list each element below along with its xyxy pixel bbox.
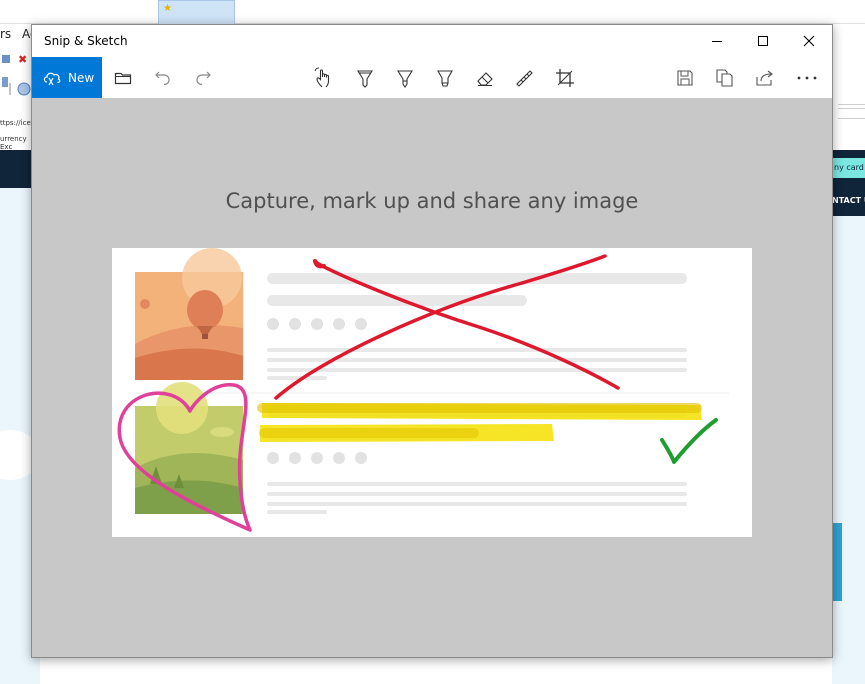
- open-folder-icon: [114, 72, 132, 85]
- open-folder-button[interactable]: [110, 65, 136, 91]
- eraser-button[interactable]: [472, 65, 498, 91]
- background-any-card-button[interactable]: ny card: [832, 158, 865, 178]
- maximize-icon: [758, 36, 768, 46]
- illustration-graphic: [117, 248, 729, 532]
- welcome-illustration: [112, 248, 752, 537]
- crop-button[interactable]: [552, 65, 578, 91]
- eraser-icon: [477, 72, 493, 86]
- undo-button[interactable]: [150, 65, 176, 91]
- new-button-label: New: [68, 70, 95, 85]
- desert-balloon-image: [135, 248, 243, 380]
- background-divider: [838, 118, 865, 119]
- share-button[interactable]: [752, 65, 778, 91]
- background-blue-button[interactable]: [832, 523, 842, 601]
- toolbar: New: [32, 57, 832, 98]
- background-tab-bar: ★: [0, 0, 865, 24]
- close-icon: [803, 35, 815, 47]
- copy-icon: [716, 69, 733, 87]
- highlighter-button[interactable]: [432, 65, 458, 91]
- save-button[interactable]: [672, 65, 698, 91]
- touch-writing-icon: [314, 67, 330, 88]
- ruler-button[interactable]: [512, 65, 538, 91]
- background-tool-icon[interactable]: [2, 55, 10, 63]
- background-active-tab[interactable]: ★: [158, 0, 235, 24]
- pencil-icon: [397, 70, 413, 88]
- pencil-button[interactable]: [392, 65, 418, 91]
- title-bar[interactable]: Snip & Sketch: [32, 25, 832, 57]
- close-button[interactable]: [786, 25, 832, 57]
- window-title: Snip & Sketch: [44, 34, 128, 48]
- green-hills-image: [135, 382, 243, 514]
- placeholder-lines-bottom: [267, 407, 687, 514]
- ballpoint-pen-icon: [357, 70, 373, 88]
- background-contact-link[interactable]: NTACT U: [832, 196, 865, 205]
- redo-button[interactable]: [190, 65, 216, 91]
- ruler-icon: [516, 70, 533, 87]
- snip-sketch-window: Snip & Sketch New Capture, mark up and s…: [31, 24, 833, 658]
- more-options-icon: [797, 76, 817, 80]
- copy-button[interactable]: [712, 65, 738, 91]
- svg-text:✖: ✖: [18, 53, 27, 66]
- canvas-area[interactable]: Capture, mark up and share any image: [32, 98, 832, 657]
- background-right-panel: [832, 44, 865, 150]
- background-divider: [838, 108, 865, 109]
- share-icon: [756, 70, 773, 86]
- minimize-icon: [712, 41, 722, 42]
- background-menu-item[interactable]: rs: [0, 27, 11, 41]
- crop-icon: [556, 69, 574, 87]
- touch-writing-button[interactable]: [312, 65, 338, 91]
- new-snip-icon: [43, 72, 61, 85]
- background-site-hero-right: [832, 216, 865, 684]
- ballpoint-pen-button[interactable]: [352, 65, 378, 91]
- background-divider: [838, 104, 865, 105]
- save-icon: [677, 70, 693, 86]
- background-tool-icon[interactable]: [2, 77, 8, 87]
- favorite-star-icon: ★: [163, 3, 172, 14]
- globe-icon[interactable]: [17, 82, 31, 96]
- more-options-button[interactable]: [794, 65, 820, 91]
- new-snip-button[interactable]: New: [32, 57, 102, 98]
- highlighter-icon: [437, 70, 453, 87]
- undo-icon: [155, 71, 170, 86]
- welcome-headline: Capture, mark up and share any image: [225, 189, 639, 213]
- redo-icon: [196, 71, 211, 86]
- maximize-button[interactable]: [740, 25, 786, 57]
- minimize-button[interactable]: [694, 25, 740, 57]
- green-check-mark: [660, 418, 718, 464]
- yellow-highlight-marks: [257, 403, 702, 442]
